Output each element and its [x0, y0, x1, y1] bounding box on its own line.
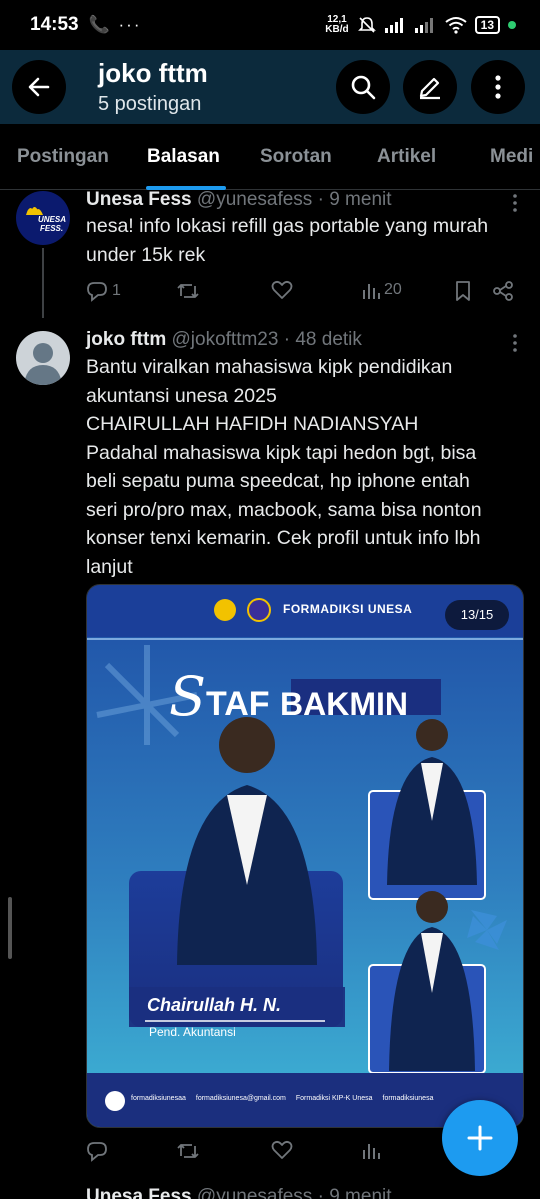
tab-media[interactable]: Medi	[490, 146, 533, 168]
repost-button[interactable]	[176, 280, 200, 302]
next-post-header: Unesa Fess @yunesafess · 9 menit	[86, 1186, 392, 1199]
heart-icon	[271, 280, 293, 299]
unesa-logo: UNESA FESS.	[26, 207, 66, 233]
views-icon	[363, 284, 380, 299]
post-time: · 9 menit	[317, 1186, 392, 1199]
media-person-dept: Pend. Akuntansi	[149, 1025, 236, 1039]
bookmark-button[interactable]	[454, 280, 472, 302]
views-button[interactable]: 20	[362, 280, 402, 300]
privacy-dot	[508, 21, 516, 29]
views-icon	[363, 1144, 380, 1159]
post-text-line: akuntansi unesa 2025	[86, 384, 277, 407]
display-name[interactable]: joko fttm	[86, 329, 166, 350]
mute-icon	[357, 17, 376, 33]
views-button[interactable]	[362, 1140, 380, 1160]
post-time: · 9 menit	[317, 189, 392, 210]
reply-count: 1	[112, 282, 121, 299]
post-text: nesa! info lokasi refill gas portable ya…	[86, 215, 489, 266]
repost-button[interactable]	[176, 1140, 200, 1162]
default-avatar-icon	[24, 343, 62, 385]
header-titles: joko fttm 5 postingan	[98, 58, 208, 116]
back-button[interactable]	[12, 60, 66, 114]
pencil-icon	[419, 77, 440, 100]
status-bar: 14:53 📞 ··· 12,1 KB/d 13	[0, 0, 540, 50]
compose-button[interactable]	[403, 60, 457, 114]
handle[interactable]: @yunesafess	[197, 1186, 312, 1199]
back-arrow-icon	[28, 77, 50, 97]
media-footer: formadiksiunesaa formadiksiunesa@gmail.c…	[131, 1095, 434, 1102]
reply-button[interactable]	[86, 1140, 108, 1162]
status-time: 14:53	[30, 14, 79, 35]
tab-posts[interactable]: Postingan	[17, 146, 109, 168]
bookmark-icon	[456, 281, 470, 301]
post-count: 5 postingan	[98, 93, 202, 115]
post-text-line: beli sepatu puma speedcat, hp iphone ent…	[86, 470, 470, 492]
reply-icon	[87, 1142, 107, 1162]
reply-button[interactable]: 1	[86, 280, 121, 302]
post-actions: 1 20	[86, 280, 526, 310]
post-more-icon[interactable]	[512, 333, 518, 353]
reply-icon	[87, 282, 107, 302]
share-button[interactable]	[492, 280, 514, 302]
display-name[interactable]: Unesa Fess	[86, 1186, 192, 1199]
svg-text:FESS.: FESS.	[40, 224, 63, 233]
wifi-icon	[445, 17, 467, 34]
signal-2-icon	[414, 18, 433, 33]
post-media-image[interactable]: FORMADIKSI UNESA 13/15 STAF BAKMIN Chair…	[86, 584, 524, 1128]
repost-icon	[177, 284, 199, 298]
media-person-name: Chairullah H. N.	[147, 995, 282, 1015]
avatar[interactable]	[16, 331, 70, 385]
profile-tabs: Postingan Balasan Sorotan Artikel Medi	[0, 124, 540, 190]
scrollbar[interactable]	[8, 897, 12, 959]
post-text-line: Padahal mahasiswa kipk tapi hedon bgt, b…	[86, 441, 477, 464]
battery-indicator: 13	[474, 16, 500, 34]
post-more-icon[interactable]	[512, 193, 518, 213]
avatar[interactable]: UNESA FESS.	[16, 191, 70, 245]
profile-header: joko fttm 5 postingan	[0, 50, 540, 124]
thread-connector	[42, 248, 44, 318]
tab-highlights[interactable]: Sorotan	[260, 146, 332, 168]
compose-fab[interactable]	[442, 1100, 518, 1176]
status-notification-icons: 📞 ···	[88, 15, 142, 34]
like-button[interactable]	[271, 1140, 293, 1160]
post-time: · 48 detik	[283, 329, 362, 350]
repost-icon	[177, 1144, 199, 1158]
view-count: 20	[384, 281, 402, 298]
handle[interactable]: @jokofttm23	[172, 329, 279, 350]
like-button[interactable]	[271, 280, 293, 300]
share-icon	[493, 281, 513, 301]
handle[interactable]: @yunesafess	[197, 189, 312, 210]
post-header: joko fttm @jokofttm23 · 48 detik	[86, 329, 362, 351]
media-page-indicator: 13/15	[445, 600, 509, 630]
plus-icon	[467, 1125, 493, 1151]
svg-text:UNESA: UNESA	[38, 215, 66, 224]
net-speed: 12,1 KB/d	[325, 14, 349, 35]
post-text: Bantu viralkan mahasiswa kipk pendidikan…	[86, 353, 526, 581]
heart-icon	[271, 1140, 293, 1159]
search-icon	[351, 75, 376, 100]
media-org-label: FORMADIKSI UNESA	[283, 602, 413, 616]
post-text-line: seri pro/pro max, macbook, sama bisa non…	[86, 498, 482, 521]
post-header: Unesa Fess @yunesafess · 9 menit	[86, 189, 392, 211]
tab-replies[interactable]: Balasan	[147, 146, 220, 168]
post-text-line: Bantu viralkan mahasiswa kipk pendidikan	[86, 356, 453, 378]
post-text-line: lanjut	[86, 555, 133, 578]
more-vertical-icon	[495, 75, 501, 99]
post-text-line: CHAIRULLAH HAFIDH NADIANSYAH	[86, 413, 419, 435]
post-text-line: konser tenxi kemarin. Cek profil untuk i…	[86, 527, 481, 549]
status-right-icons: 12,1 KB/d 13	[325, 15, 516, 35]
profile-name: joko fttm	[98, 58, 208, 88]
more-options-button[interactable]	[471, 60, 525, 114]
display-name[interactable]: Unesa Fess	[86, 189, 192, 210]
signal-icon	[384, 18, 403, 33]
search-button[interactable]	[336, 60, 390, 114]
media-headline: STAF BAKMIN	[169, 665, 409, 728]
tab-articles[interactable]: Artikel	[377, 146, 436, 168]
